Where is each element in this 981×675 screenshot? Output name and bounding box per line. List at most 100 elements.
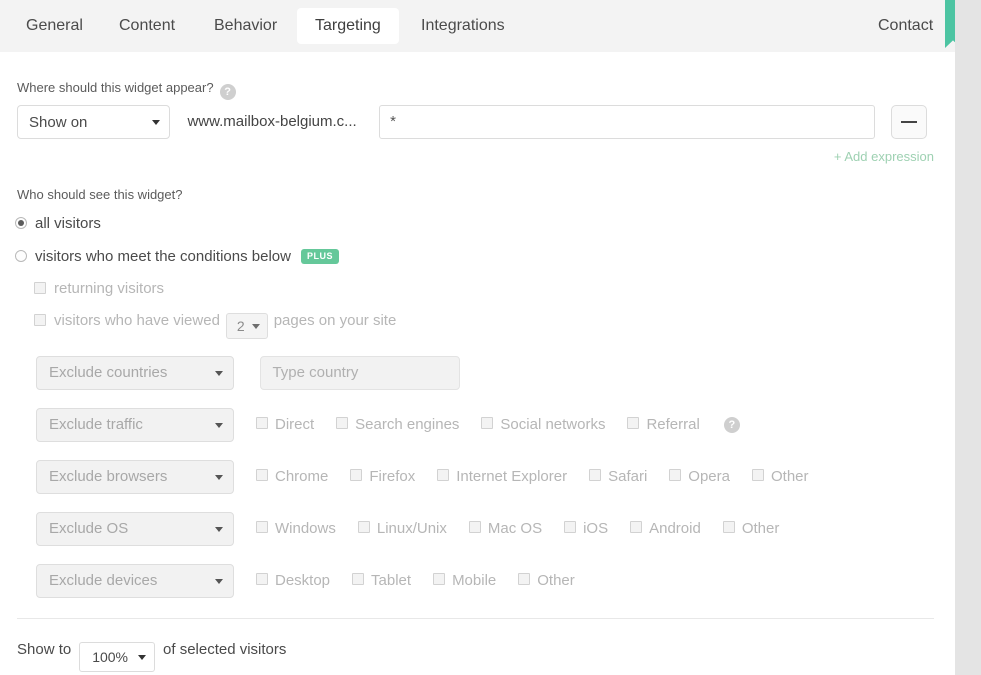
help-icon[interactable]: ? <box>219 84 236 100</box>
section-divider <box>17 618 934 619</box>
checkbox-item-referral[interactable]: Referral <box>627 408 700 442</box>
percent-select-value: 100% <box>92 649 129 665</box>
checkbox-item-social-networks[interactable]: Social networks <box>481 408 605 442</box>
radio-row-conditions[interactable]: visitors who meet the conditions below PL… <box>15 248 339 265</box>
checkbox-referral[interactable] <box>627 417 640 429</box>
exclude-devices-select-value: Exclude devices <box>49 572 158 589</box>
checkbox-direct[interactable] <box>256 417 268 429</box>
pages-viewed-prefix: visitors who have viewed <box>54 312 220 329</box>
checkbox-safari[interactable] <box>589 469 602 481</box>
checkbox-device-other[interactable] <box>518 573 531 585</box>
pages-viewed-count-select[interactable]: 2 <box>225 313 268 339</box>
checkbox-item-ios[interactable]: iOS <box>564 512 608 546</box>
checkbox-mac-os-label: Mac OS <box>487 520 543 537</box>
checkbox-desktop-label: Desktop <box>275 572 331 589</box>
checkbox-firefox[interactable] <box>350 469 363 481</box>
radio-row-all-visitors[interactable]: all visitors <box>15 215 101 232</box>
add-expression-link[interactable]: + Add expression <box>0 149 934 164</box>
exclude-row-traffic: Exclude traffic Direct Search engines Soci… <box>36 408 740 442</box>
checkbox-firefox-label: Firefox <box>369 468 416 485</box>
checkbox-mobile[interactable] <box>433 573 446 585</box>
tab-content[interactable]: Content <box>101 8 193 44</box>
checkbox-social-networks-label: Social networks <box>500 416 606 433</box>
pages-viewed-count-value: 2 <box>236 318 245 334</box>
chevron-down-icon <box>152 120 160 125</box>
chevron-down-icon <box>215 475 223 480</box>
condition-returning-visitors[interactable]: returning visitors <box>34 280 164 297</box>
checkbox-mac-os[interactable] <box>468 521 481 533</box>
checkbox-item-opera[interactable]: Opera <box>669 460 730 494</box>
checkbox-item-desktop[interactable]: Desktop <box>256 564 330 598</box>
exclude-row-browsers: Exclude browsers Chrome Firefox Internet E… <box>36 460 809 494</box>
checkbox-item-os-other[interactable]: Other <box>722 512 780 546</box>
radio-all-visitors[interactable] <box>15 217 27 229</box>
checkbox-internet-explorer[interactable] <box>437 469 450 481</box>
checkbox-linux-unix[interactable] <box>357 521 370 533</box>
tab-targeting[interactable]: Targeting <box>297 8 399 44</box>
checkbox-item-safari[interactable]: Safari <box>589 460 647 494</box>
checkbox-item-mobile[interactable]: Mobile <box>433 564 496 598</box>
exclude-row-countries: Exclude countries Type country <box>36 356 461 390</box>
checkbox-browser-other[interactable] <box>751 469 764 481</box>
where-question-label: Where should this widget appear?? <box>17 80 236 100</box>
tab-integrations[interactable]: Integrations <box>403 8 523 44</box>
radio-conditions-below[interactable] <box>15 250 27 262</box>
percent-select[interactable]: 100% <box>79 642 156 672</box>
condition-pages-viewed[interactable]: visitors who have viewed 2 pages on your s… <box>34 312 396 339</box>
exclude-os-select[interactable]: Exclude OS <box>36 512 234 546</box>
who-question-label: Who should see this widget? <box>17 187 183 202</box>
exclude-traffic-select-value: Exclude traffic <box>49 416 143 433</box>
checkbox-ios-label: iOS <box>583 520 609 537</box>
checkbox-ios[interactable] <box>564 521 577 533</box>
checkbox-chrome[interactable] <box>256 469 268 481</box>
exclude-traffic-select[interactable]: Exclude traffic <box>36 408 234 442</box>
chevron-down-icon <box>215 371 223 376</box>
checkbox-os-other[interactable] <box>722 521 735 533</box>
checkbox-returning-visitors[interactable] <box>34 282 46 294</box>
chevron-down-icon <box>215 423 223 428</box>
checkbox-item-android[interactable]: Android <box>630 512 701 546</box>
chevron-down-icon <box>138 655 147 660</box>
checkbox-item-mac-os[interactable]: Mac OS <box>468 512 543 546</box>
checkbox-chrome-label: Chrome <box>275 468 329 485</box>
returning-visitors-label: returning visitors <box>54 280 165 297</box>
exclude-os-select-value: Exclude OS <box>49 520 129 537</box>
checkbox-opera[interactable] <box>669 469 682 481</box>
checkbox-item-device-other[interactable]: Other <box>518 564 575 598</box>
checkbox-tablet[interactable] <box>352 573 365 585</box>
checkbox-android[interactable] <box>630 521 643 533</box>
remove-expression-button[interactable] <box>890 105 927 139</box>
checkbox-item-windows[interactable]: Windows <box>256 512 336 546</box>
checkbox-direct-label: Direct <box>275 416 315 433</box>
tab-general[interactable]: General <box>8 8 101 44</box>
where-question-text: Where should this widget appear? <box>17 80 214 95</box>
checkbox-windows[interactable] <box>256 521 268 533</box>
exclude-countries-select[interactable]: Exclude countries <box>36 356 234 390</box>
checkbox-item-tablet[interactable]: Tablet <box>352 564 411 598</box>
tab-behavior[interactable]: Behavior <box>196 8 295 44</box>
checkbox-item-search-engines[interactable]: Search engines <box>336 408 459 442</box>
checkbox-internet-explorer-label: Internet Explorer <box>456 468 568 485</box>
checkbox-desktop[interactable] <box>256 573 268 585</box>
tab-contact[interactable]: Contact <box>860 8 951 44</box>
country-input[interactable]: Type country <box>260 356 461 390</box>
traffic-help-icon[interactable]: ? <box>723 417 740 433</box>
show-on-select[interactable]: Show on <box>17 105 170 139</box>
checkbox-item-linux-unix[interactable]: Linux/Unix <box>357 512 447 546</box>
checkbox-item-internet-explorer[interactable]: Internet Explorer <box>437 460 567 494</box>
expression-input[interactable]: * <box>379 105 876 139</box>
checkbox-windows-label: Windows <box>275 520 336 537</box>
checkbox-social-networks[interactable] <box>481 417 494 429</box>
chevron-down-icon <box>215 579 223 584</box>
checkbox-search-engines[interactable] <box>336 417 349 429</box>
checkbox-safari-label: Safari <box>608 468 648 485</box>
exclude-browsers-select[interactable]: Exclude browsers <box>36 460 234 494</box>
checkbox-item-chrome[interactable]: Chrome <box>256 460 328 494</box>
checkbox-item-browser-other[interactable]: Other <box>751 460 809 494</box>
checkbox-mobile-label: Mobile <box>452 572 497 589</box>
checkbox-item-firefox[interactable]: Firefox <box>350 460 415 494</box>
checkbox-os-other-label: Other <box>741 520 780 537</box>
checkbox-item-direct[interactable]: Direct <box>256 408 314 442</box>
exclude-devices-select[interactable]: Exclude devices <box>36 564 234 598</box>
checkbox-pages-viewed[interactable] <box>34 314 46 326</box>
